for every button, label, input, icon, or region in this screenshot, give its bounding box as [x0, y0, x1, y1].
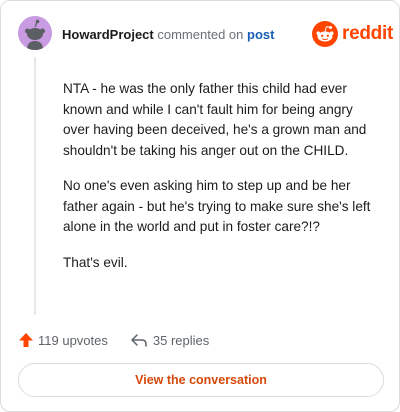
username-link[interactable]: HowardProject [62, 27, 154, 42]
reddit-wordmark: reddit [342, 23, 393, 44]
snoo-avatar-icon [18, 16, 52, 50]
view-conversation-button[interactable]: View the conversation [18, 363, 384, 397]
upvotes-label: 119 upvotes [38, 332, 108, 348]
thread-line [34, 57, 36, 315]
reddit-logo[interactable]: reddit [312, 21, 393, 47]
comment-footer: 119 upvotes 35 replies [18, 331, 209, 349]
comment-paragraph: That's evil. [63, 254, 128, 270]
upvote-count[interactable]: 119 upvotes [18, 332, 108, 348]
reply-count[interactable]: 35 replies [130, 332, 209, 348]
commented-on-text: commented on [157, 27, 244, 42]
comment-embed-card: HowardProject commented on post reddit N… [0, 0, 400, 412]
comment-header: HowardProject commented on post [62, 27, 274, 43]
reddit-snoo-icon [312, 21, 338, 47]
post-link[interactable]: post [247, 27, 274, 42]
comment-body: NTA - he was the only father this child … [63, 79, 381, 288]
replies-label: 35 replies [152, 332, 210, 348]
upvote-arrow-icon [19, 333, 33, 347]
reply-arrow-icon [131, 334, 147, 347]
user-avatar[interactable] [18, 16, 52, 50]
comment-paragraph: NTA - he was the only father this child … [63, 81, 367, 158]
comment-paragraph: No one's even asking him to step up and … [63, 178, 371, 234]
